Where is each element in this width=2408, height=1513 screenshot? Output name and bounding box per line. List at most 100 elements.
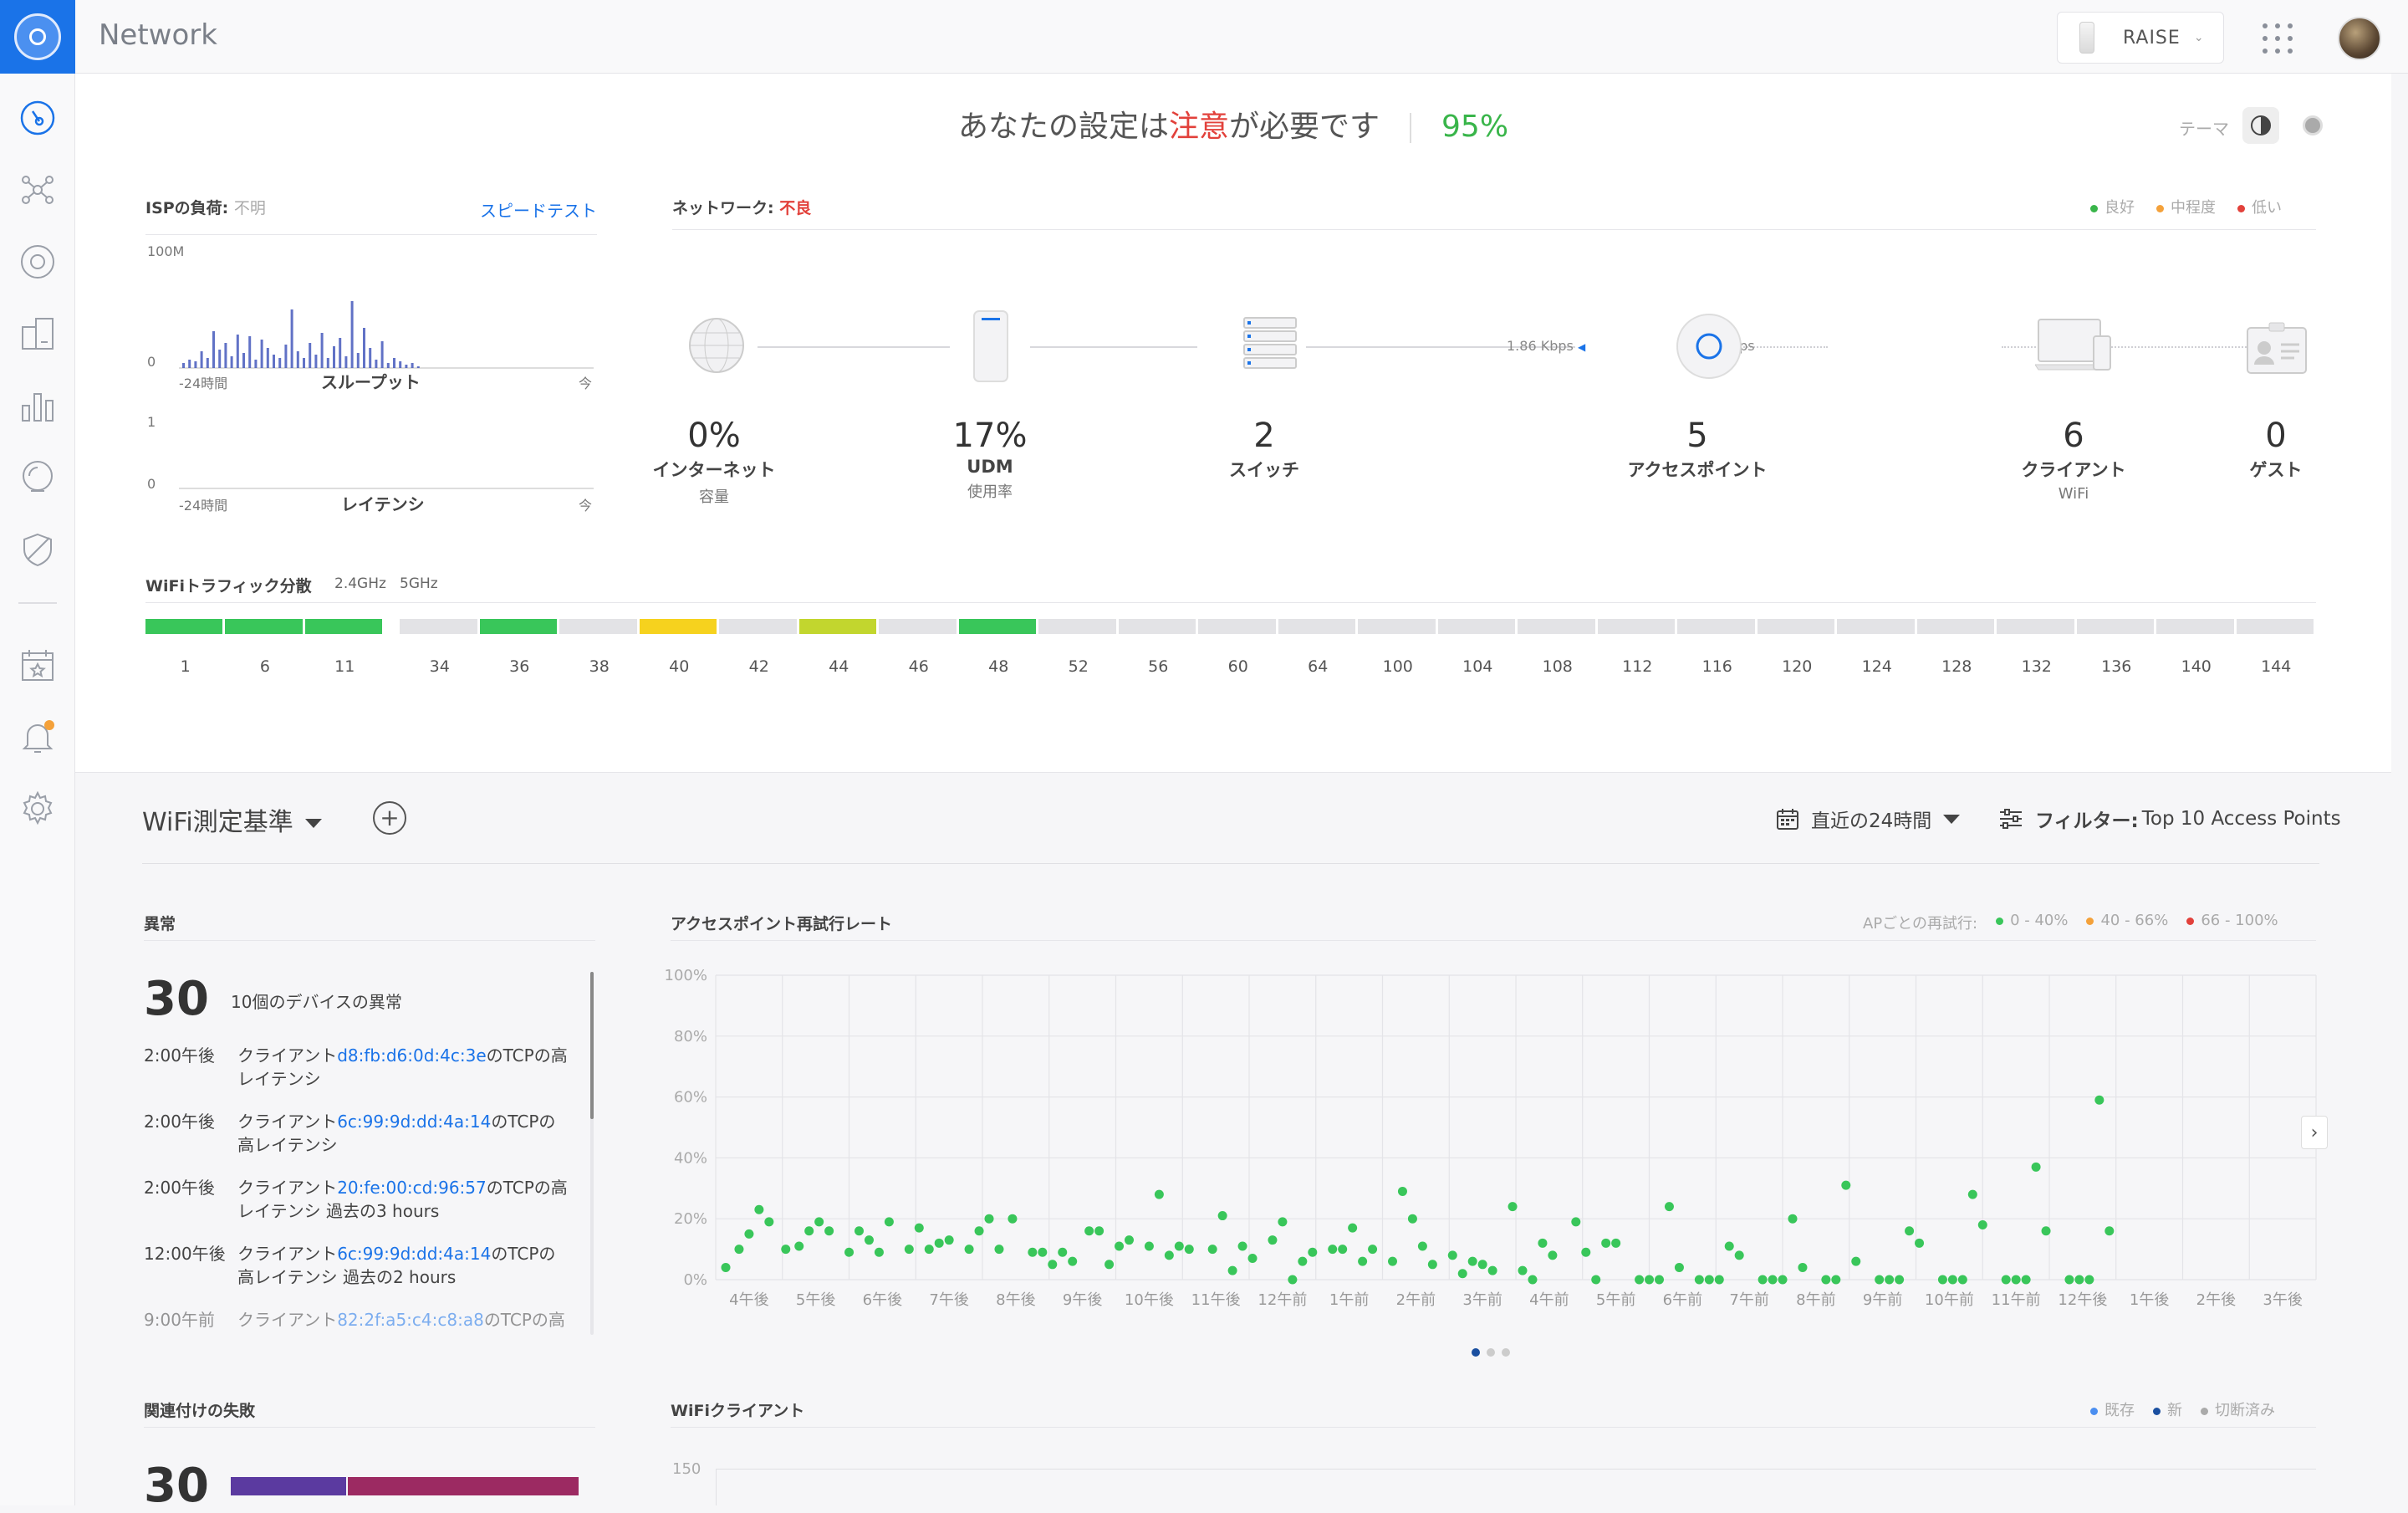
retry-point[interactable] [1094,1226,1105,1236]
retry-point[interactable] [904,1245,914,1255]
retry-point[interactable] [1508,1202,1518,1212]
channel-bar[interactable] [958,619,1036,634]
retry-point[interactable] [1694,1275,1704,1285]
channel-bar[interactable] [1278,619,1355,634]
retry-point[interactable] [1714,1275,1724,1285]
retry-point[interactable] [1427,1260,1437,1270]
retry-point[interactable] [1174,1241,1184,1251]
retry-point[interactable] [1328,1245,1338,1255]
chart-next-button[interactable]: › [2301,1116,2328,1149]
node-clients[interactable]: 6 クライアント WiFi [1973,417,2174,503]
switch-stack-icon[interactable] [1241,316,1299,381]
retry-point[interactable] [1008,1214,1018,1224]
udm-icon[interactable] [970,309,1012,388]
client-mac-link[interactable]: 6c:99:9d:dd:4a:14 [337,1244,491,1264]
app-logo[interactable] [0,0,75,74]
wifi-metrics-dropdown[interactable]: WiFi測定基準 [142,801,322,838]
retry-point[interactable] [1724,1241,1734,1251]
retry-point[interactable] [1308,1247,1318,1257]
channel-bar[interactable] [2076,619,2154,634]
channel-bar[interactable] [2236,619,2314,634]
retry-point[interactable] [1591,1275,1601,1285]
retry-point[interactable] [1447,1250,1457,1260]
retry-point[interactable] [1028,1247,1038,1257]
retry-point[interactable] [1571,1217,1581,1227]
retry-point[interactable] [1038,1247,1048,1257]
retry-point[interactable] [1977,1219,1987,1229]
retry-point[interactable] [2001,1275,2011,1285]
shield-icon[interactable] [18,530,57,569]
retry-point[interactable] [1875,1275,1885,1285]
retry-point[interactable] [1841,1180,1851,1190]
internet-globe-icon[interactable] [687,316,746,378]
retry-point[interactable] [914,1223,924,1233]
retry-point[interactable] [1674,1262,1684,1272]
client-mac-link[interactable]: 82:2f:a5:c4:c8:a8 [337,1310,484,1328]
retry-point[interactable] [1704,1275,1714,1285]
retry-point[interactable] [964,1245,974,1255]
retry-point[interactable] [744,1229,754,1239]
retry-point[interactable] [1664,1202,1674,1212]
retry-point[interactable] [1164,1250,1174,1260]
retry-point[interactable] [1467,1256,1477,1266]
anomaly-item[interactable]: 2:00午後 クライアントd8:fb:d6:0d:4c:3eのTCPの高レイテンシ [144,1044,579,1110]
retry-point[interactable] [1821,1275,1831,1285]
apps-grid-icon[interactable] [2263,23,2293,54]
retry-point[interactable] [1237,1241,1247,1251]
retry-point[interactable] [1581,1247,1591,1257]
channel-bar[interactable] [1437,619,1515,634]
retry-point[interactable] [794,1241,804,1251]
anomalies-list[interactable]: 2:00午後 クライアントd8:fb:d6:0d:4c:3eのTCPの高レイテンシ… [144,1044,579,1328]
retry-point[interactable] [1758,1275,1768,1285]
anomaly-item[interactable]: 2:00午後 クライアント20:fe:00:cd:96:57のTCPの高レイテンシ… [144,1176,579,1242]
retry-point[interactable] [1298,1256,1308,1266]
retry-point[interactable] [994,1245,1004,1255]
retry-point[interactable] [1851,1256,1861,1266]
node-internet[interactable]: 0% インターネット 容量 [614,417,814,507]
retry-point[interactable] [1048,1260,1058,1270]
client-mac-link[interactable]: d8:fb:d6:0d:4c:3e [337,1045,486,1066]
retry-point[interactable] [1885,1275,1895,1285]
retry-point[interactable] [934,1238,944,1248]
node-switches[interactable]: 2 スイッチ [1164,417,1365,482]
retry-point[interactable] [721,1262,731,1272]
retry-point[interactable] [1538,1238,1548,1248]
retry-point[interactable] [1217,1211,1227,1221]
node-udm[interactable]: 17% UDM 使用率 [890,417,1090,502]
retry-point[interactable] [1937,1275,1947,1285]
site-selector[interactable]: RAISE ⌄ [2057,12,2224,64]
retry-point[interactable] [2031,1162,2041,1172]
retry-point[interactable] [2041,1226,2051,1236]
channel-bar[interactable] [1358,619,1436,634]
retry-point[interactable] [1368,1245,1378,1255]
retry-point[interactable] [884,1217,894,1227]
retry-point[interactable] [1655,1275,1664,1285]
anomaly-item[interactable]: 12:00午後 クライアント6c:99:9d:dd:4a:14のTCPの高レイテン… [144,1242,579,1308]
channel-bar[interactable] [1038,619,1116,634]
retry-point[interactable] [1207,1245,1217,1255]
retry-point[interactable] [1388,1256,1397,1266]
channel-bar[interactable] [559,619,637,634]
retry-point[interactable] [1477,1260,1487,1270]
retry-point[interactable] [924,1245,934,1255]
retry-point[interactable] [1635,1275,1645,1285]
devices-icon[interactable] [18,243,57,281]
retry-point[interactable] [1831,1275,1841,1285]
chart-pager[interactable] [1472,1348,1510,1357]
channel-bar[interactable] [1997,619,2074,634]
topology-icon[interactable] [18,171,57,209]
retry-point[interactable] [1734,1250,1744,1260]
retry-point[interactable] [855,1226,864,1236]
retry-point[interactable] [2064,1275,2074,1285]
insights-icon[interactable] [18,458,57,497]
retry-point[interactable] [874,1247,884,1257]
retry-point[interactable] [1788,1214,1798,1224]
retry-point[interactable] [1124,1235,1134,1245]
retry-point[interactable] [864,1235,874,1245]
client-mac-link[interactable]: 6c:99:9d:dd:4a:14 [337,1112,491,1132]
retry-point[interactable] [984,1214,994,1224]
retry-point[interactable] [734,1245,744,1255]
settings-gear-icon[interactable] [18,790,57,828]
channel-bar[interactable] [1916,619,1994,634]
retry-point[interactable] [1115,1241,1125,1251]
